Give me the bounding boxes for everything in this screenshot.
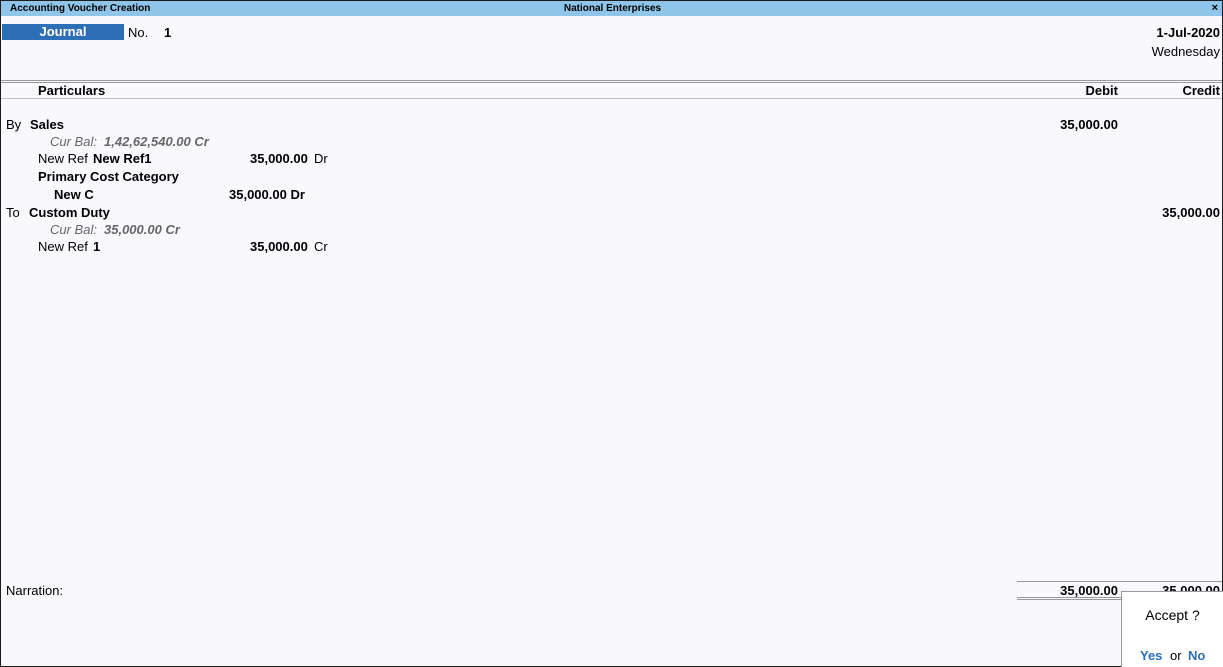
cur-bal-value: 35,000.00 Cr bbox=[104, 222, 180, 237]
bill-name[interactable]: New Ref1 bbox=[93, 151, 152, 166]
cost-centre[interactable]: New C bbox=[54, 187, 94, 202]
cost-centre-amount[interactable]: 35,000.00 Dr bbox=[229, 187, 305, 202]
debit-amount[interactable]: 35,000.00 bbox=[1060, 117, 1118, 132]
voucher-type-label[interactable]: Journal bbox=[2, 24, 124, 40]
cur-bal-label: Cur Bal: bbox=[50, 134, 97, 149]
ledger-name[interactable]: Sales bbox=[30, 117, 64, 132]
close-icon[interactable]: × bbox=[1212, 1, 1218, 16]
voucher-no-value[interactable]: 1 bbox=[164, 25, 171, 40]
narration-label: Narration: bbox=[6, 583, 64, 598]
ledger-name[interactable]: Custom Duty bbox=[29, 205, 110, 220]
voucher-no-label: No. bbox=[128, 25, 149, 40]
bill-drcr: Cr bbox=[314, 239, 328, 254]
accept-or-text: or bbox=[1170, 648, 1182, 663]
bill-amount[interactable]: 35,000.00 bbox=[250, 151, 308, 166]
accept-question: Accept ? bbox=[1145, 607, 1200, 623]
header-divider-top bbox=[1, 80, 1222, 81]
accept-yes-button[interactable]: Yes bbox=[1140, 648, 1162, 663]
totals-divider-top bbox=[1017, 581, 1222, 582]
column-header-credit: Credit bbox=[1182, 83, 1220, 98]
voucher-day: Wednesday bbox=[1151, 44, 1220, 59]
window-title: Accounting Voucher Creation bbox=[10, 3, 151, 14]
company-name: National Enterprises bbox=[563, 3, 662, 14]
cost-category[interactable]: Primary Cost Category bbox=[38, 169, 179, 184]
voucher-date[interactable]: 1-Jul-2020 bbox=[1156, 25, 1220, 40]
bill-type[interactable]: New Ref bbox=[38, 151, 88, 166]
header-divider-bottom bbox=[1, 98, 1222, 99]
title-bar: National Enterprises Accounting Voucher … bbox=[1, 1, 1222, 16]
bill-amount[interactable]: 35,000.00 bbox=[250, 239, 308, 254]
window-frame bbox=[0, 0, 1223, 667]
bill-name[interactable]: 1 bbox=[93, 239, 100, 254]
cur-bal-label: Cur Bal: bbox=[50, 222, 97, 237]
header-divider-top-2 bbox=[1, 82, 1222, 83]
cur-bal-value: 1,42,62,540.00 Cr bbox=[104, 134, 209, 149]
column-header-particulars: Particulars bbox=[38, 83, 106, 98]
entry-prefix: By bbox=[6, 117, 22, 132]
entry-prefix: To bbox=[6, 205, 20, 220]
bill-type[interactable]: New Ref bbox=[38, 239, 88, 254]
column-header-debit: Debit bbox=[1085, 83, 1119, 98]
accept-dialog: Accept ? Yes or No bbox=[1121, 591, 1223, 667]
credit-amount[interactable]: 35,000.00 bbox=[1162, 205, 1220, 220]
total-debit: 35,000.00 bbox=[1060, 583, 1118, 598]
bill-drcr: Dr bbox=[314, 151, 328, 166]
accept-no-button[interactable]: No bbox=[1188, 648, 1205, 663]
